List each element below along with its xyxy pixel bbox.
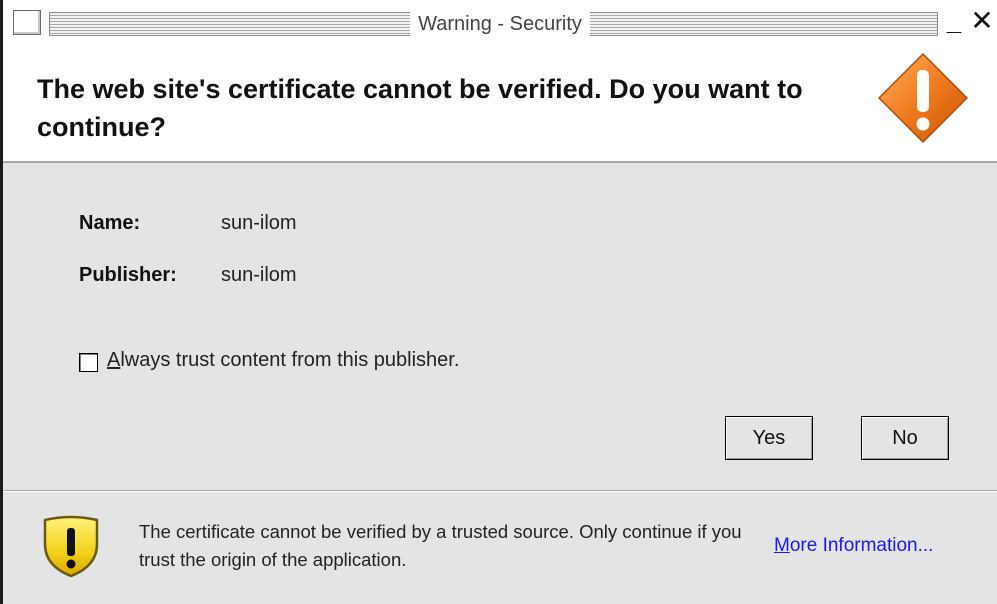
footer-message: The certificate cannot be verified by a … [139,521,742,570]
always-trust-label-text: lways trust content from this publisher. [120,349,460,371]
publisher-value: sun-ilom [221,264,297,286]
name-value: sun-ilom [221,212,297,234]
close-button[interactable]: ✕ [969,4,995,38]
dialog-header: The web site's certificate cannot be ver… [3,42,997,163]
security-warning-dialog: Warning - Security _ ✕ The web site's ce… [0,0,997,604]
warning-headline: The web site's certificate cannot be ver… [37,74,803,142]
publisher-label: Publisher: [79,264,177,286]
title-bar-stripes [49,12,938,36]
warning-shield-icon [43,515,99,578]
warning-diamond-icon [878,53,968,143]
always-trust-label[interactable]: Always trust content from this publisher… [107,349,459,372]
more-info-mnemonic: M [774,535,790,556]
yes-button[interactable]: Yes [725,416,813,460]
footer-divider [3,490,997,492]
no-button[interactable]: No [861,416,949,460]
minimize-button[interactable]: _ [943,4,965,38]
title-bar[interactable]: Warning - Security _ ✕ [3,0,997,42]
name-label: Name: [79,212,141,234]
window-menu-button[interactable] [13,10,41,35]
always-trust-mnemonic: A [107,349,121,371]
always-trust-checkbox[interactable] [79,353,98,372]
more-information-link[interactable]: More Information... [774,535,933,557]
more-info-text: ore Information... [789,535,934,556]
